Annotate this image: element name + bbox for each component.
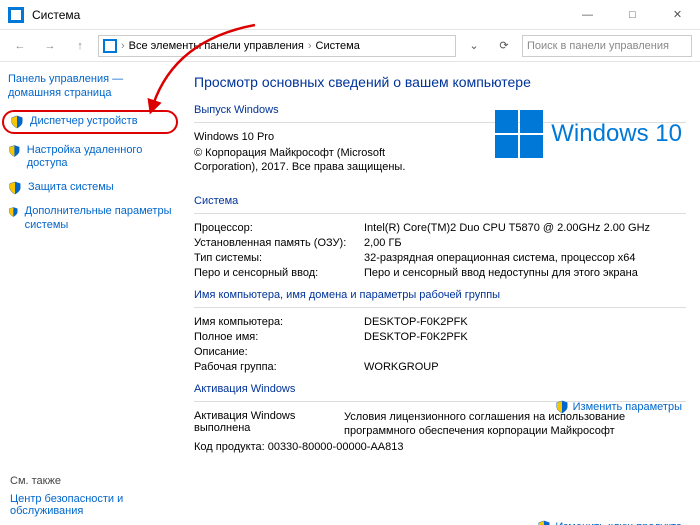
desc-label: Описание:: [194, 346, 364, 358]
section-computer-name: Имя компьютера, имя домена и параметры р…: [194, 289, 686, 301]
windows-logo-text: Windows 10: [551, 120, 682, 148]
sidebar: Панель управления — домашняя страница Ди…: [0, 62, 180, 525]
sidebar-item-protection[interactable]: Защита системы: [8, 181, 172, 195]
chevron-right-icon: ›: [121, 40, 125, 52]
pen-label: Перо и сенсорный ввод:: [194, 267, 364, 279]
product-key: Код продукта: 00330-80000-00000-AA813: [194, 441, 404, 453]
sidebar-item-remote[interactable]: Настройка удаленного доступа: [8, 144, 172, 172]
chevron-right-icon: ›: [308, 40, 312, 52]
close-button[interactable]: ✕: [655, 0, 700, 30]
dropdown-button[interactable]: ⌄: [462, 34, 486, 58]
copyright-text: © Корпорация Майкрософт (Microsoft Corpo…: [194, 146, 434, 175]
system-icon: [8, 7, 24, 23]
sidebar-link[interactable]: Защита системы: [28, 181, 114, 195]
titlebar: Система — □ ✕: [0, 0, 700, 30]
sidebar-item-device-manager[interactable]: Диспетчер устройств: [2, 110, 178, 134]
change-settings-link[interactable]: Изменить параметры: [555, 400, 682, 414]
sidebar-link[interactable]: Настройка удаленного доступа: [27, 144, 172, 172]
control-panel-icon: [103, 39, 117, 53]
activation-status: Активация Windows выполнена: [194, 410, 344, 434]
windows-logo: Windows 10: [495, 110, 682, 158]
shield-icon: [537, 520, 551, 525]
divider: [194, 213, 686, 214]
breadcrumb[interactable]: › Все элементы панели управления › Систе…: [98, 35, 456, 57]
see-also: См. также Центр безопасности и обслужива…: [10, 475, 180, 517]
fullname-label: Полное имя:: [194, 331, 364, 343]
cpu-value: Intel(R) Core(TM)2 Duo CPU T5870 @ 2.00G…: [364, 222, 686, 234]
back-button[interactable]: ←: [8, 34, 32, 58]
forward-button[interactable]: →: [38, 34, 62, 58]
windows-logo-icon: [495, 110, 543, 158]
workgroup-label: Рабочая группа:: [194, 361, 364, 373]
shield-icon: [8, 144, 21, 158]
shield-icon: [8, 205, 19, 219]
edition-value: Windows 10 Pro: [194, 131, 364, 143]
divider: [194, 307, 686, 308]
breadcrumb-item[interactable]: Все элементы панели управления: [129, 40, 304, 52]
breadcrumb-item[interactable]: Система: [316, 40, 360, 52]
sidebar-link[interactable]: Дополнительные параметры системы: [25, 205, 172, 233]
workgroup-value: WORKGROUP: [364, 361, 686, 373]
compname-label: Имя компьютера:: [194, 316, 364, 328]
search-input[interactable]: Поиск в панели управления: [522, 35, 692, 57]
pen-value: Перо и сенсорный ввод недоступны для это…: [364, 267, 686, 279]
refresh-button[interactable]: ⟳: [492, 34, 516, 58]
page-title: Просмотр основных сведений о вашем компь…: [194, 74, 686, 90]
up-button[interactable]: ↑: [68, 34, 92, 58]
ram-value: 2,00 ГБ: [364, 237, 686, 249]
section-system: Система: [194, 195, 686, 207]
main-content: Просмотр основных сведений о вашем компь…: [180, 62, 700, 525]
control-panel-home-link[interactable]: Панель управления — домашняя страница: [8, 72, 172, 101]
systype-label: Тип системы:: [194, 252, 364, 264]
cpu-label: Процессор:: [194, 222, 364, 234]
fullname-value: DESKTOP-F0K2PFK: [364, 331, 686, 343]
sidebar-item-advanced[interactable]: Дополнительные параметры системы: [8, 205, 172, 233]
search-placeholder: Поиск в панели управления: [527, 40, 669, 52]
see-also-header: См. также: [10, 475, 180, 487]
address-bar: ← → ↑ › Все элементы панели управления ›…: [0, 30, 700, 62]
minimize-button[interactable]: —: [565, 0, 610, 30]
desc-value: [364, 346, 686, 358]
shield-icon: [555, 400, 569, 414]
see-also-link[interactable]: Центр безопасности и обслуживания: [10, 493, 180, 517]
shield-icon: [8, 181, 22, 195]
sidebar-link[interactable]: Диспетчер устройств: [30, 115, 138, 129]
change-product-key-link[interactable]: Изменить ключ продукта: [537, 520, 682, 525]
compname-value: DESKTOP-F0K2PFK: [364, 316, 686, 328]
ram-label: Установленная память (ОЗУ):: [194, 237, 364, 249]
section-activation: Активация Windows: [194, 383, 686, 395]
window-title: Система: [32, 8, 565, 22]
maximize-button[interactable]: □: [610, 0, 655, 30]
systype-value: 32-разрядная операционная система, проце…: [364, 252, 686, 264]
shield-icon: [10, 115, 24, 129]
